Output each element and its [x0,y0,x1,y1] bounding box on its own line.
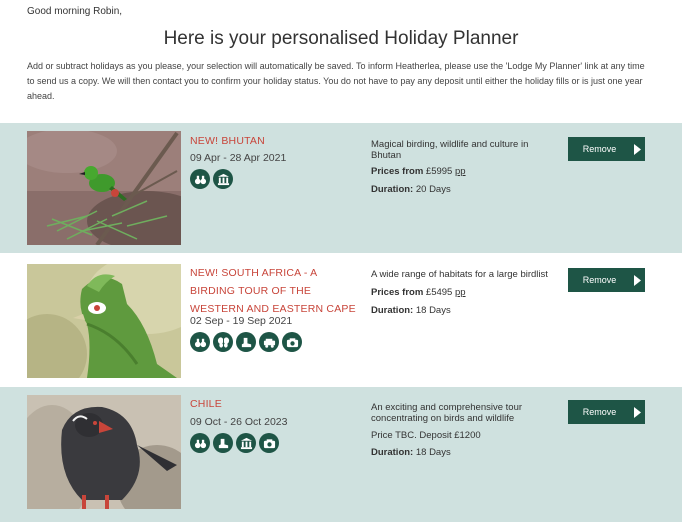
tour-row-south-africa: NEW! SOUTH AFRICA - A BIRDING TOUR OF TH… [0,255,682,385]
activity-icons [190,169,233,189]
tour-description: A wide range of habitats for a large bir… [371,269,548,280]
tour-photo-bhutan[interactable] [27,131,181,245]
tour-dates: 02 Sep - 19 Sep 2021 [190,315,293,327]
remove-button[interactable]: Remove [568,400,645,424]
tour-price: Price TBC. Deposit £1200 [371,430,481,441]
chevron-right-icon [629,137,645,161]
tour-duration: Duration: 18 Days [371,305,451,316]
activity-icons [190,332,302,352]
culture-icon [213,169,233,189]
vehicle-icon [259,332,279,352]
intro-text: Add or subtract holidays as you please, … [27,61,645,101]
tour-photo-south-africa[interactable] [27,264,181,378]
tour-title[interactable]: NEW! BHUTAN [190,132,360,150]
camera-icon [259,433,279,453]
tour-description: An exciting and comprehensive tour conce… [371,402,523,424]
tour-title[interactable]: CHILE [190,395,360,413]
page-title: Here is your personalised Holiday Planne… [163,28,519,49]
tour-row-chile: CHILE 09 Oct - 26 Oct 2023 An exciting a… [0,387,682,522]
tour-title[interactable]: NEW! SOUTH AFRICA - A BIRDING TOUR OF TH… [190,264,360,318]
binoculars-icon [190,332,210,352]
tour-duration: Duration: 18 Days [371,447,451,458]
greeting: Good morning Robin, [27,6,123,17]
butterfly-icon [213,332,233,352]
tour-price: Prices from £5495 pp [371,287,466,298]
activity-icons [190,433,279,453]
chevron-right-icon [629,400,645,424]
walking-boot-icon [236,332,256,352]
binoculars-icon [190,169,210,189]
walking-boot-icon [213,433,233,453]
tour-photo-chile[interactable] [27,395,181,509]
remove-button[interactable]: Remove [568,268,645,292]
tour-price: Prices from £5995 pp [371,166,466,177]
remove-button[interactable]: Remove [568,137,645,161]
chevron-right-icon [629,268,645,292]
tour-duration: Duration: 20 Days [371,184,451,195]
camera-icon [282,332,302,352]
tour-dates: 09 Oct - 26 Oct 2023 [190,416,288,428]
tour-dates: 09 Apr - 28 Apr 2021 [190,152,287,164]
binoculars-icon [190,433,210,453]
tour-row-bhutan: NEW! BHUTAN 09 Apr - 28 Apr 2021 Magical… [0,123,682,253]
culture-icon [236,433,256,453]
tour-description: Magical birding, wildlife and culture in… [371,139,529,161]
